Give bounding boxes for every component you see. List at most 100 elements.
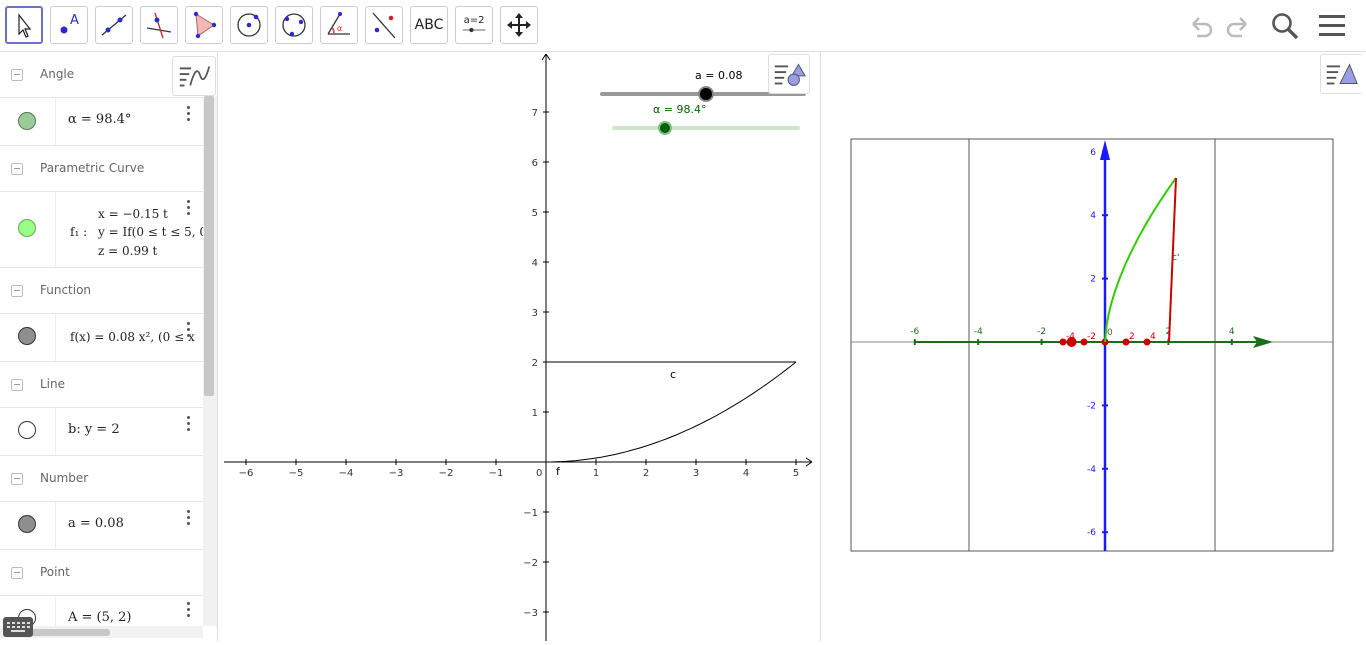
y-tick-label: 2 bbox=[532, 358, 538, 369]
more-options-icon[interactable] bbox=[187, 322, 191, 340]
slider-tool-button[interactable]: a=2 bbox=[455, 6, 493, 44]
polygon-tool-button[interactable] bbox=[185, 6, 223, 44]
group-header-number[interactable]: Number bbox=[0, 456, 203, 502]
algebra-value[interactable]: b: y = 2 bbox=[68, 422, 120, 437]
angle-tool-button[interactable]: α bbox=[320, 6, 358, 44]
more-options-icon[interactable] bbox=[187, 510, 191, 528]
polygon-icon bbox=[193, 11, 217, 39]
collapse-icon[interactable] bbox=[11, 379, 23, 391]
reflect-tool-button[interactable] bbox=[365, 6, 403, 44]
slider-alpha-label: α = 98.4° bbox=[653, 103, 706, 116]
curve-line-y[interactable]: y = If(0 ≤ t ≤ 5, 0 bbox=[98, 225, 203, 239]
blue-tick-label: 6 bbox=[1090, 148, 1096, 158]
main-menu-button[interactable] bbox=[1316, 10, 1348, 42]
redo-button[interactable] bbox=[1222, 10, 1254, 42]
graphics-view-2[interactable]: -6 -4 -2 2 4 6 4 2 -2 -4 -6 -4 -2 2 4 0 c' bbox=[821, 52, 1366, 641]
more-options-icon[interactable] bbox=[187, 416, 191, 434]
group-header-point[interactable]: Point bbox=[0, 550, 203, 596]
slider-a-handle[interactable] bbox=[698, 86, 714, 102]
move-graphics-tool-button[interactable] bbox=[500, 6, 538, 44]
visibility-toggle[interactable] bbox=[18, 112, 36, 130]
algebra-row-f1[interactable]: f₁ : x = −0.15 t y = If(0 ≤ t ≤ 5, 0 z =… bbox=[0, 192, 203, 268]
algebra-row-a[interactable]: a = 0.08 bbox=[0, 502, 203, 550]
green-tick-label: -2 bbox=[1037, 327, 1046, 337]
visibility-toggle[interactable] bbox=[18, 421, 36, 439]
y-tick-label: −2 bbox=[523, 558, 538, 569]
x-tick-label: 3 bbox=[693, 468, 699, 479]
group-label: Parametric Curve bbox=[40, 161, 145, 175]
group-label: Line bbox=[40, 377, 66, 391]
style-bar-icon bbox=[1326, 63, 1358, 85]
y-tick-label: 4 bbox=[532, 258, 538, 269]
text-tool-button[interactable]: ABC bbox=[410, 6, 448, 44]
x-tick-label: −6 bbox=[239, 468, 254, 479]
x-tick-label: 0 bbox=[536, 468, 542, 479]
blue-tick-label: 4 bbox=[1090, 211, 1096, 221]
group-label: Point bbox=[40, 565, 70, 579]
svg-text:A: A bbox=[70, 13, 79, 28]
curve-c-label: c bbox=[670, 368, 676, 381]
algebra-style-button[interactable] bbox=[172, 56, 216, 96]
collapse-icon[interactable] bbox=[11, 567, 23, 579]
algebra-value[interactable]: α = 98.4° bbox=[68, 112, 131, 127]
cursor-arrow-icon bbox=[18, 13, 32, 38]
algebra-row-alpha[interactable]: α = 98.4° bbox=[0, 98, 203, 146]
point-tool-button[interactable]: A bbox=[50, 6, 88, 44]
redo-icon bbox=[1226, 17, 1247, 38]
blue-tick-label: -6 bbox=[1087, 528, 1096, 538]
group-header-function[interactable]: Function bbox=[0, 268, 203, 314]
green-tick-label: -4 bbox=[974, 327, 983, 337]
algebra-scrollbar[interactable] bbox=[204, 96, 214, 396]
slider-alpha-handle[interactable] bbox=[658, 121, 672, 135]
group-header-parametric-curve[interactable]: Parametric Curve bbox=[0, 146, 203, 192]
collapse-icon[interactable] bbox=[11, 285, 23, 297]
visibility-toggle[interactable] bbox=[18, 515, 36, 533]
y-tick-label: 6 bbox=[532, 158, 538, 169]
green-tick-label: 4 bbox=[1229, 327, 1235, 337]
undo-icon bbox=[1192, 17, 1213, 38]
move-tool-button[interactable] bbox=[5, 6, 43, 44]
red-tick-label: 2 bbox=[1129, 332, 1135, 342]
style-bar-icon bbox=[774, 63, 806, 86]
angle-icon: α bbox=[327, 12, 350, 36]
red-tick-label: -2 bbox=[1087, 332, 1096, 342]
visibility-toggle[interactable] bbox=[18, 327, 36, 345]
y-tick-label: 3 bbox=[532, 308, 538, 319]
graphics-view-1[interactable]: −6 −5 −4 −3 −2 −1 0 1 2 3 4 5 7 6 5 4 3 2 1 −1 −2 −3 c f a =… bbox=[224, 52, 814, 641]
algebra-value[interactable]: f(x) = 0.08 x², (0 ≤ x bbox=[70, 330, 195, 344]
search-button[interactable] bbox=[1269, 10, 1301, 42]
x-tick-label: −3 bbox=[389, 468, 404, 479]
collapse-icon[interactable] bbox=[11, 69, 23, 81]
circle-three-points-tool-button[interactable] bbox=[275, 6, 313, 44]
graph-style-icon bbox=[179, 66, 211, 87]
collapse-icon[interactable] bbox=[11, 473, 23, 485]
collapse-icon[interactable] bbox=[11, 163, 23, 175]
perpendicular-line-icon bbox=[146, 12, 172, 39]
more-options-icon[interactable] bbox=[187, 602, 191, 620]
curve-c-prime-label: c' bbox=[1172, 253, 1179, 263]
circle-center-tool-button[interactable] bbox=[230, 6, 268, 44]
curve-line-x[interactable]: x = −0.15 t bbox=[98, 207, 168, 221]
graphics-2-style-button[interactable] bbox=[1320, 54, 1362, 94]
x-tick-label: −4 bbox=[339, 468, 354, 479]
algebra-value[interactable]: A = (5, 2) bbox=[68, 610, 132, 625]
hamburger-menu-icon bbox=[1319, 15, 1345, 36]
perpendicular-tool-button[interactable] bbox=[140, 6, 178, 44]
algebra-row-b[interactable]: b: y = 2 bbox=[0, 408, 203, 456]
function-f-label: f bbox=[556, 465, 561, 478]
algebra-view: Angle α = 98.4° Parametric Curve f₁ : x … bbox=[0, 52, 218, 641]
graphics-style-button[interactable] bbox=[768, 54, 810, 94]
x-tick-label: −2 bbox=[439, 468, 454, 479]
algebra-value[interactable]: a = 0.08 bbox=[68, 516, 124, 531]
blue-tick-label: 2 bbox=[1090, 275, 1096, 285]
red-large-point[interactable] bbox=[1066, 337, 1077, 347]
curve-line-z[interactable]: z = 0.99 t bbox=[98, 244, 157, 258]
more-options-icon[interactable] bbox=[187, 200, 191, 218]
undo-button[interactable] bbox=[1185, 10, 1217, 42]
algebra-row-f[interactable]: f(x) = 0.08 x², (0 ≤ x bbox=[0, 314, 203, 362]
keyboard-icon[interactable] bbox=[3, 617, 33, 637]
group-header-line[interactable]: Line bbox=[0, 362, 203, 408]
more-options-icon[interactable] bbox=[187, 106, 191, 124]
line-tool-button[interactable] bbox=[95, 6, 133, 44]
visibility-toggle[interactable] bbox=[18, 219, 36, 237]
